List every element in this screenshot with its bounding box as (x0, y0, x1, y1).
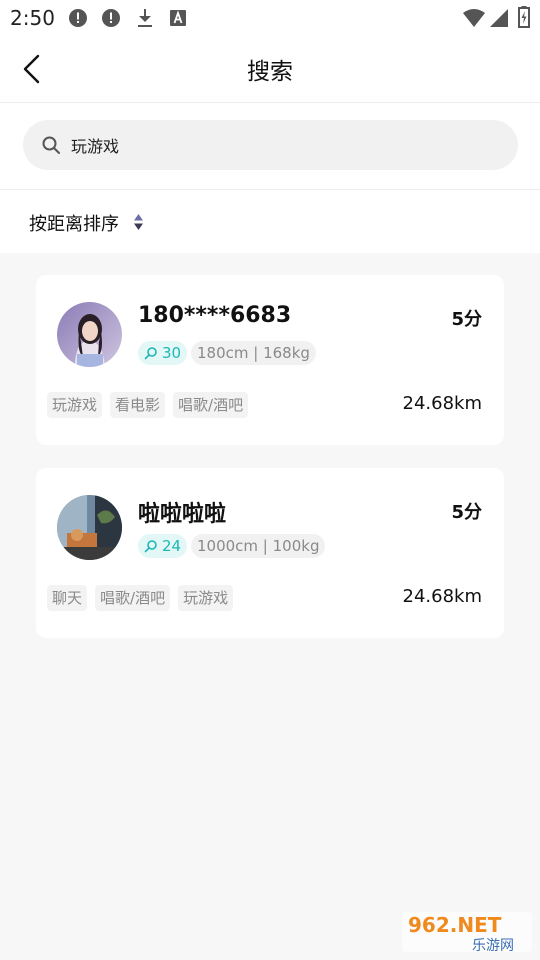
search-area (0, 103, 540, 190)
interest-tag: 玩游戏 (178, 585, 234, 611)
watermark-logo: 962.NET 乐游网 (402, 912, 532, 954)
distance: 24.68km (402, 393, 483, 414)
interest-tag: 唱歌/酒吧 (173, 392, 249, 418)
gender-icon (144, 540, 157, 553)
height-weight-badge: 180cm | 168kg (191, 341, 316, 365)
distance: 24.68km (402, 586, 483, 607)
page-title: 搜索 (247, 59, 293, 85)
battery-icon (518, 6, 530, 28)
age-value: 24 (162, 537, 182, 555)
avatar[interactable] (57, 495, 122, 560)
download-icon (138, 9, 152, 27)
result-card[interactable]: 180****6683 5分 30 180cm | 168kg 玩游戏 看电影 … (36, 275, 504, 445)
user-name: 啦啦啦啦 (138, 502, 227, 527)
search-input[interactable] (71, 120, 501, 170)
avatar[interactable] (57, 302, 122, 367)
score: 5分 (451, 309, 482, 330)
gender-icon (144, 347, 157, 360)
age-value: 30 (162, 344, 182, 362)
interest-tag: 看电影 (110, 392, 166, 418)
translate-icon (170, 10, 186, 26)
user-name: 180****6683 (138, 303, 292, 328)
interest-tag: 唱歌/酒吧 (95, 585, 171, 611)
user-avatar-image (57, 495, 122, 560)
watermark-text-top: 962.NET (408, 913, 502, 937)
interest-tags: 聊天 唱歌/酒吧 玩游戏 (47, 585, 234, 611)
result-card[interactable]: 啦啦啦啦 5分 24 1000cm | 100kg 聊天 唱歌/酒吧 玩游戏 2… (36, 468, 504, 638)
score: 5分 (451, 502, 482, 523)
status-time: 2:50 (10, 6, 55, 30)
interest-tag: 聊天 (47, 585, 88, 611)
alert-icon (69, 9, 87, 27)
signal-icon (490, 9, 508, 27)
wifi-icon (463, 9, 485, 27)
interest-tag: 玩游戏 (47, 392, 103, 418)
age-badge: 30 (138, 341, 188, 365)
watermark-text-bottom: 乐游网 (472, 938, 514, 954)
user-avatar-image (57, 302, 122, 367)
height-weight-badge: 1000cm | 100kg (191, 534, 326, 558)
sort-bar: 按距离排序 (0, 190, 540, 253)
alert-icon (102, 9, 120, 27)
age-badge: 24 (138, 534, 188, 558)
sort-by-distance-button[interactable]: 按距离排序 (29, 210, 119, 236)
search-box[interactable] (23, 120, 518, 170)
interest-tags: 玩游戏 看电影 唱歌/酒吧 (47, 392, 249, 418)
sort-toggle-icon[interactable] (133, 213, 144, 231)
status-bar: 2:50 (0, 0, 540, 36)
header: 搜索 (0, 36, 540, 103)
search-icon (42, 136, 60, 154)
